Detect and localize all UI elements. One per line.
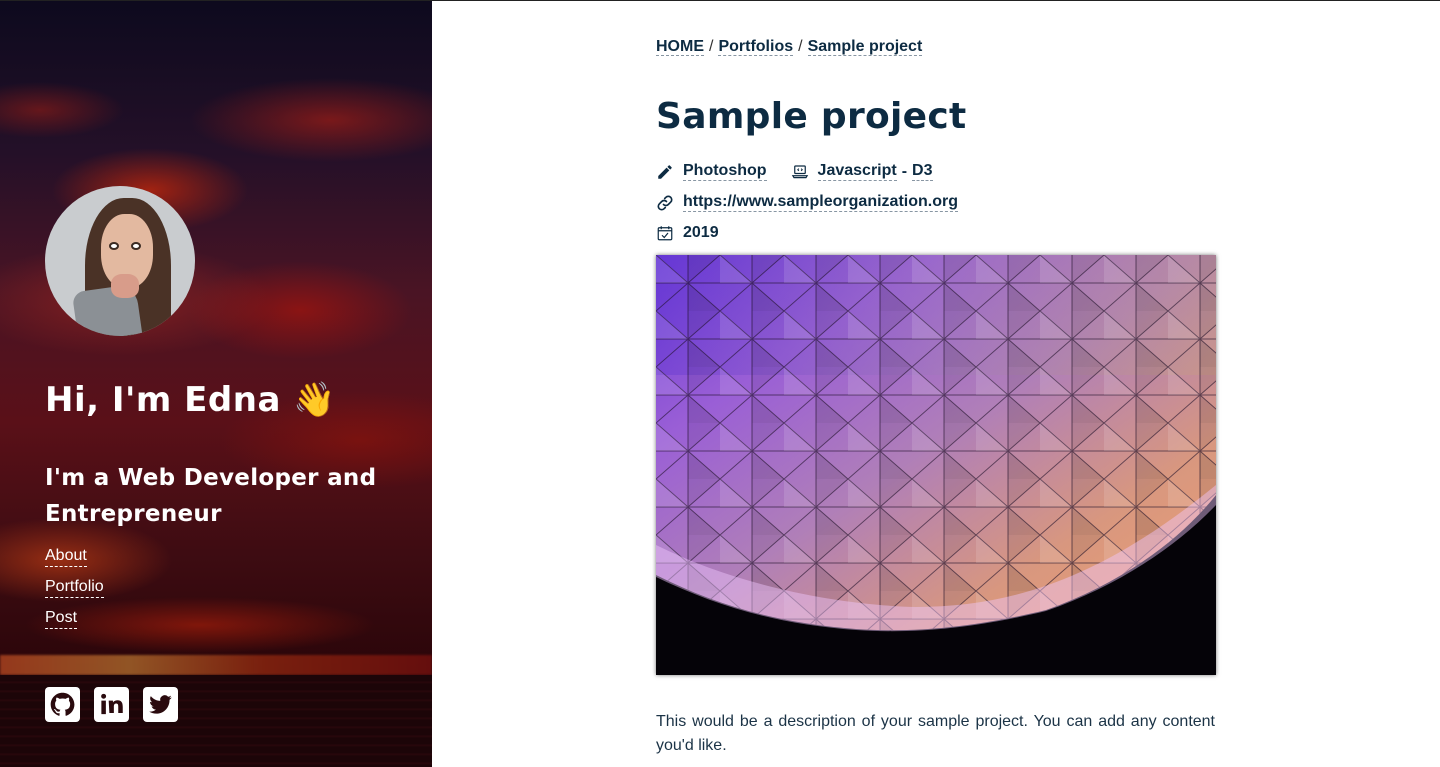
linkedin-link[interactable]	[94, 687, 129, 722]
github-icon	[50, 692, 75, 716]
breadcrumb-separator: /	[709, 38, 714, 55]
project-year: 2019	[683, 224, 719, 241]
twitter-link[interactable]	[143, 687, 178, 722]
tag-separator: -	[901, 162, 908, 180]
laptop-code-icon	[791, 163, 809, 181]
pencil-icon	[656, 163, 674, 181]
social-links	[45, 687, 178, 722]
breadcrumb: HOME / Portfolios / Sample project	[656, 38, 923, 56]
sidebar-nav: About Portfolio Post	[45, 546, 104, 639]
nav-link-post[interactable]: Post	[45, 608, 78, 629]
linkedin-icon	[101, 693, 123, 715]
breadcrumb-current[interactable]: Sample project	[807, 38, 923, 56]
tag-javascript[interactable]: Javascript	[817, 162, 897, 181]
project-url-row: https://www.sampleorganization.org	[656, 193, 958, 212]
twitter-icon	[149, 695, 172, 714]
breadcrumb-separator: /	[798, 38, 803, 55]
github-link[interactable]	[45, 687, 80, 722]
project-tags-row: Photoshop Javascript - D3	[656, 162, 933, 181]
greeting-heading: Hi, I'm Edna 👋	[45, 380, 337, 420]
project-description: This would be a description of your samp…	[656, 713, 1215, 754]
window-top-border	[0, 0, 1440, 1]
sidebar-background-horizon	[0, 655, 432, 675]
nav-link-about[interactable]: About	[45, 546, 87, 567]
breadcrumb-home[interactable]: HOME	[656, 38, 704, 56]
tagline: I'm a Web Developer and Entrepreneur	[45, 465, 377, 527]
sidebar: Hi, I'm Edna 👋 I'm a Web Developer and E…	[0, 0, 432, 767]
nav-link-portfolio[interactable]: Portfolio	[45, 577, 104, 598]
project-image	[656, 255, 1216, 675]
link-icon	[656, 194, 674, 212]
page-title: Sample project	[656, 96, 967, 137]
project-year-row: 2019	[656, 224, 719, 242]
tag-photoshop[interactable]: Photoshop	[683, 162, 767, 181]
calendar-check-icon	[656, 224, 674, 242]
tag-d3[interactable]: D3	[912, 162, 933, 181]
project-url-link[interactable]: https://www.sampleorganization.org	[683, 193, 958, 212]
breadcrumb-portfolios[interactable]: Portfolios	[718, 38, 794, 56]
avatar	[45, 186, 195, 336]
